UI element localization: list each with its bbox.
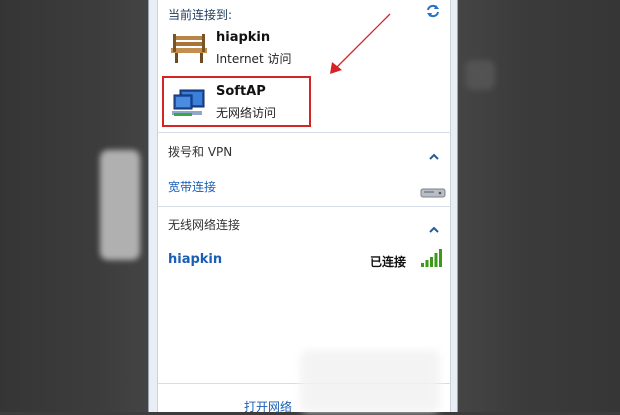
dialup-section-title: 拨号和 VPN: [168, 145, 233, 159]
blur-patch-left: [100, 150, 140, 260]
open-network-center-link[interactable]: 打开网络: [244, 398, 292, 415]
wifi-network-hiapkin[interactable]: hiapkin: [168, 252, 222, 267]
blur-patch-bottom: [300, 350, 440, 412]
broadband-connection-link[interactable]: 宽带连接: [168, 178, 216, 195]
chevron-up-icon[interactable]: [428, 147, 440, 160]
bench-icon: [170, 32, 208, 66]
connection-status: Internet 访问: [216, 52, 292, 66]
current-connections-header: 当前连接到:: [168, 8, 233, 22]
separator: [158, 132, 450, 133]
highlight-box: [162, 76, 311, 127]
modem-icon: [420, 184, 446, 203]
wireless-section-title: 无线网络连接: [168, 218, 241, 232]
separator: [158, 206, 450, 207]
blur-patch-right: [465, 60, 495, 90]
signal-strength-icon: [420, 248, 444, 272]
connection-name: hiapkin: [216, 30, 271, 45]
chevron-up-icon[interactable]: [428, 220, 440, 233]
refresh-icon[interactable]: [424, 2, 442, 20]
wifi-connected-status: 已连接: [370, 255, 407, 269]
annotation-arrow: [330, 13, 391, 74]
